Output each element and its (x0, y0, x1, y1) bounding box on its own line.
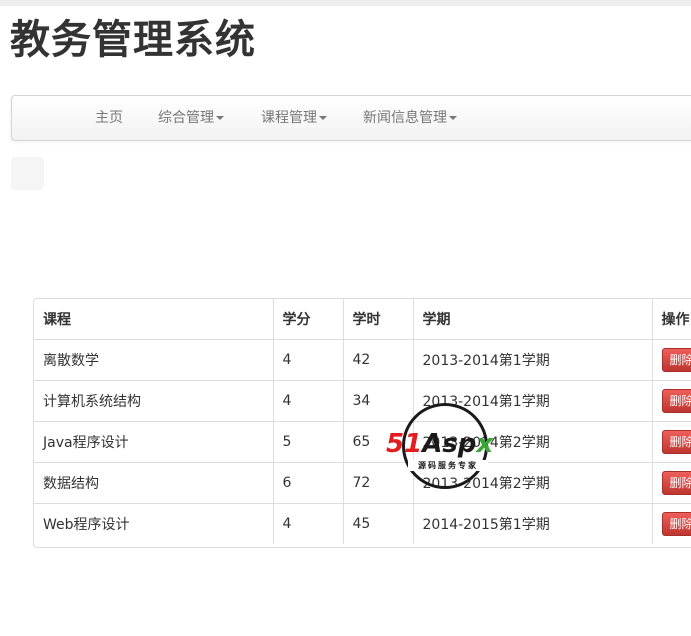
course-table-container: 课程 学分 学时 学期 操作 离散数学 4 42 2013-2014第1学期 删… (33, 298, 691, 548)
cell-hours: 45 (342, 503, 413, 544)
cell-actions: 删除 (651, 380, 691, 422)
cell-actions: 删除 (651, 421, 691, 463)
delete-button[interactable]: 删除 (661, 348, 691, 372)
navbar: 主页 综合管理 课程管理 新闻信息管理 (11, 95, 691, 141)
nav-item-news-management[interactable]: 新闻信息管理 (363, 96, 457, 140)
table-row: Web程序设计 4 45 2014-2015第1学期 删除 (34, 503, 691, 544)
caret-down-icon (449, 116, 457, 120)
delete-button[interactable]: 删除 (661, 430, 691, 454)
cell-term: 2013-2014第1学期 (412, 339, 652, 381)
table-header-row: 课程 学分 学时 学期 操作 (34, 299, 691, 340)
table-row: 计算机系统结构 4 34 2013-2014第1学期 删除 (34, 380, 691, 422)
cell-actions: 删除 (651, 339, 691, 381)
table-row: Java程序设计 5 65 2013-2014第2学期 删除 (34, 421, 691, 463)
cell-credit: 4 (272, 503, 343, 544)
cell-course: 数据结构 (34, 462, 273, 504)
nav-item-label: 主页 (95, 110, 123, 126)
cell-credit: 6 (272, 462, 343, 504)
nav-item-course-management[interactable]: 课程管理 (261, 96, 327, 140)
caret-down-icon (319, 116, 327, 120)
cell-actions: 删除 (651, 462, 691, 504)
course-table: 课程 学分 学时 学期 操作 离散数学 4 42 2013-2014第1学期 删… (34, 299, 691, 544)
column-header-term: 学期 (412, 299, 652, 340)
cell-credit: 4 (272, 339, 343, 381)
column-header-credit: 学分 (272, 299, 343, 340)
nav-item-label: 新闻信息管理 (363, 110, 447, 126)
top-strip (0, 0, 691, 6)
cell-hours: 42 (342, 339, 413, 381)
caret-down-icon (216, 116, 224, 120)
cell-course: Web程序设计 (34, 503, 273, 544)
table-row: 离散数学 4 42 2013-2014第1学期 删除 (34, 339, 691, 381)
column-header-course: 课程 (43, 312, 71, 328)
cell-credit: 4 (272, 380, 343, 422)
delete-button[interactable]: 删除 (661, 512, 691, 536)
empty-well (11, 157, 44, 190)
column-header-actions: 操作 (651, 299, 691, 340)
nav-item-label: 课程管理 (261, 110, 317, 126)
cell-course: Java程序设计 (34, 421, 273, 463)
cell-course: 离散数学 (34, 339, 273, 381)
delete-button[interactable]: 删除 (661, 471, 691, 495)
cell-actions: 删除 (651, 503, 691, 544)
delete-button[interactable]: 删除 (661, 389, 691, 413)
cell-term: 2014-2015第1学期 (412, 503, 652, 544)
page-title: 教务管理系统 (10, 17, 256, 63)
nav-item-home[interactable]: 主页 (95, 96, 123, 140)
nav-item-label: 综合管理 (158, 110, 214, 126)
column-header-hours: 学时 (342, 299, 413, 340)
watermark-brand: 51Aspx (386, 429, 494, 459)
cell-credit: 5 (272, 421, 343, 463)
watermark-logo: 51Aspx 源码服务专家 (386, 403, 512, 493)
table-row: 数据结构 6 72 2013-2014第2学期 删除 (34, 462, 691, 504)
watermark-tagline: 源码服务专家 (408, 460, 488, 471)
cell-course: 计算机系统结构 (34, 380, 273, 422)
nav-item-general-management[interactable]: 综合管理 (158, 96, 224, 140)
